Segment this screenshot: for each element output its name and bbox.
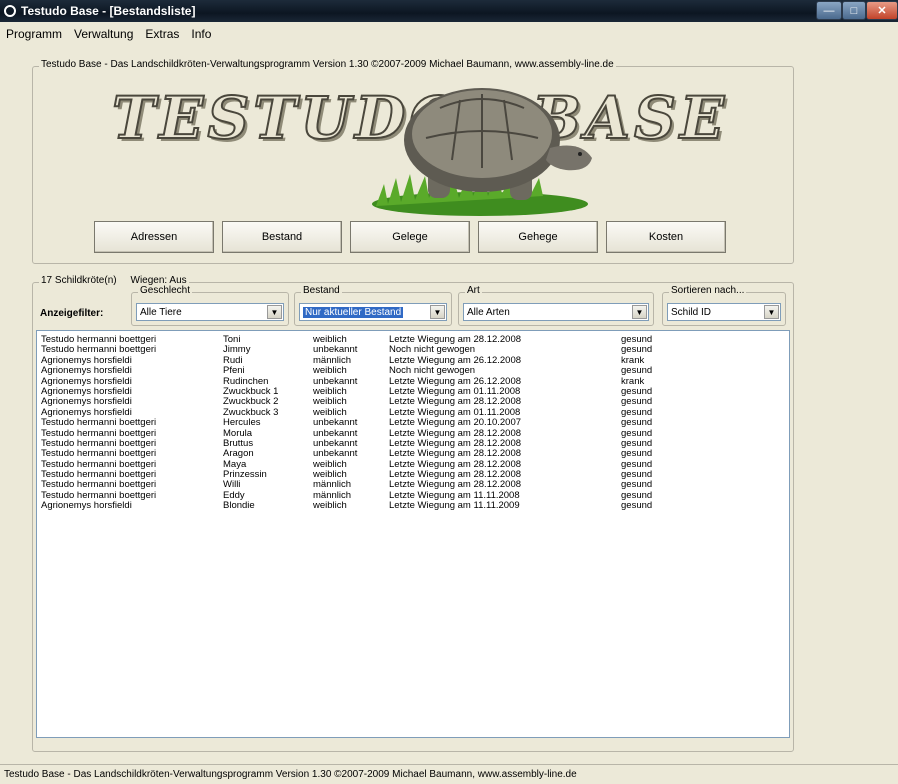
art-group: Art Alle Arten ▼ <box>458 285 654 326</box>
list-item[interactable]: Agrionemys horsfieldi Pfeni weiblich Noch n… <box>37 365 789 376</box>
sortieren-value: Schild ID <box>671 306 712 318</box>
bestand-group: Bestand Nur aktueller Bestand ▼ <box>294 285 452 326</box>
title-bar[interactable]: Testudo Base - [Bestandsliste] <box>0 0 898 22</box>
list-item-name: Blondie <box>223 500 255 512</box>
sortieren-group: Sortieren nach... Schild ID ▼ <box>662 285 786 326</box>
chevron-down-icon[interactable]: ▼ <box>632 305 647 319</box>
art-legend: Art <box>465 285 482 296</box>
status-bar: Testudo Base - Das Landschildkröten-Verw… <box>0 764 898 784</box>
maximize-icon[interactable]: □ <box>842 1 866 20</box>
bestand-select[interactable]: Nur aktueller Bestand ▼ <box>299 303 447 321</box>
close-icon[interactable]: ✕ <box>866 1 898 20</box>
chevron-down-icon[interactable]: ▼ <box>267 305 282 319</box>
geschlecht-value: Alle Tiere <box>140 306 182 318</box>
list-item-species: Testudo hermanni boettgeri <box>41 417 157 429</box>
list-item-sex: unbekannt <box>313 417 358 429</box>
tortoise-icon <box>372 88 592 216</box>
gelege-button[interactable]: Gelege <box>350 221 470 253</box>
chevron-down-icon[interactable]: ▼ <box>430 305 445 319</box>
list-item[interactable]: Agrionemys horsfieldi Blondie weiblich Letz… <box>37 500 789 512</box>
list-item-health: gesund <box>621 417 653 429</box>
adressen-button[interactable]: Adressen <box>94 221 214 253</box>
filter-label: Anzeigefilter: <box>40 308 104 319</box>
window-title: Testudo Base - [Bestandsliste] <box>21 4 196 18</box>
bestand-button[interactable]: Bestand <box>222 221 342 253</box>
sortieren-legend: Sortieren nach... <box>669 285 747 296</box>
app-icon[interactable] <box>4 5 16 17</box>
kosten-button[interactable]: Kosten <box>606 221 726 253</box>
menu-bar: Programm Verwaltung Extras Info <box>0 24 898 44</box>
header-group-legend: Testudo Base - Das Landschildkröten-Verw… <box>39 59 616 70</box>
bestand-legend: Bestand <box>301 285 342 296</box>
list-item-name: Hercules <box>223 417 261 429</box>
list-item-weighing: Letzte Wiegung am 20.10.2007 <box>389 417 522 429</box>
menu-extras[interactable]: Extras <box>139 27 185 41</box>
list-item-sex: weiblich <box>313 500 347 512</box>
list-item-health: gesund <box>621 500 653 512</box>
bestand-value: Nur aktueller Bestand <box>303 306 404 318</box>
list-item[interactable]: Testudo hermanni boettgeri Hercules unbeka… <box>37 417 789 429</box>
art-value: Alle Arten <box>467 306 510 318</box>
testudo-base-logo: TESTUDO BASE <box>100 78 730 218</box>
geschlecht-group: Geschlecht Alle Tiere ▼ <box>131 285 289 326</box>
turtle-list[interactable]: Testudo hermanni boettgeri Toni weiblich Le… <box>36 330 790 738</box>
minimize-icon[interactable]: — <box>816 1 842 20</box>
menu-verwaltung[interactable]: Verwaltung <box>68 27 139 41</box>
geschlecht-legend: Geschlecht <box>138 285 193 296</box>
geschlecht-select[interactable]: Alle Tiere ▼ <box>136 303 284 321</box>
turtle-count: 17 Schildkröte(n) <box>41 275 117 286</box>
art-select[interactable]: Alle Arten ▼ <box>463 303 649 321</box>
menu-programm[interactable]: Programm <box>0 27 68 41</box>
menu-info[interactable]: Info <box>185 27 217 41</box>
sortieren-select[interactable]: Schild ID ▼ <box>667 303 781 321</box>
list-item-weighing: Letzte Wiegung am 11.11.2009 <box>389 500 520 512</box>
list-item-species: Agrionemys horsfieldi <box>41 500 132 512</box>
chevron-down-icon[interactable]: ▼ <box>764 305 779 319</box>
gehege-button[interactable]: Gehege <box>478 221 598 253</box>
